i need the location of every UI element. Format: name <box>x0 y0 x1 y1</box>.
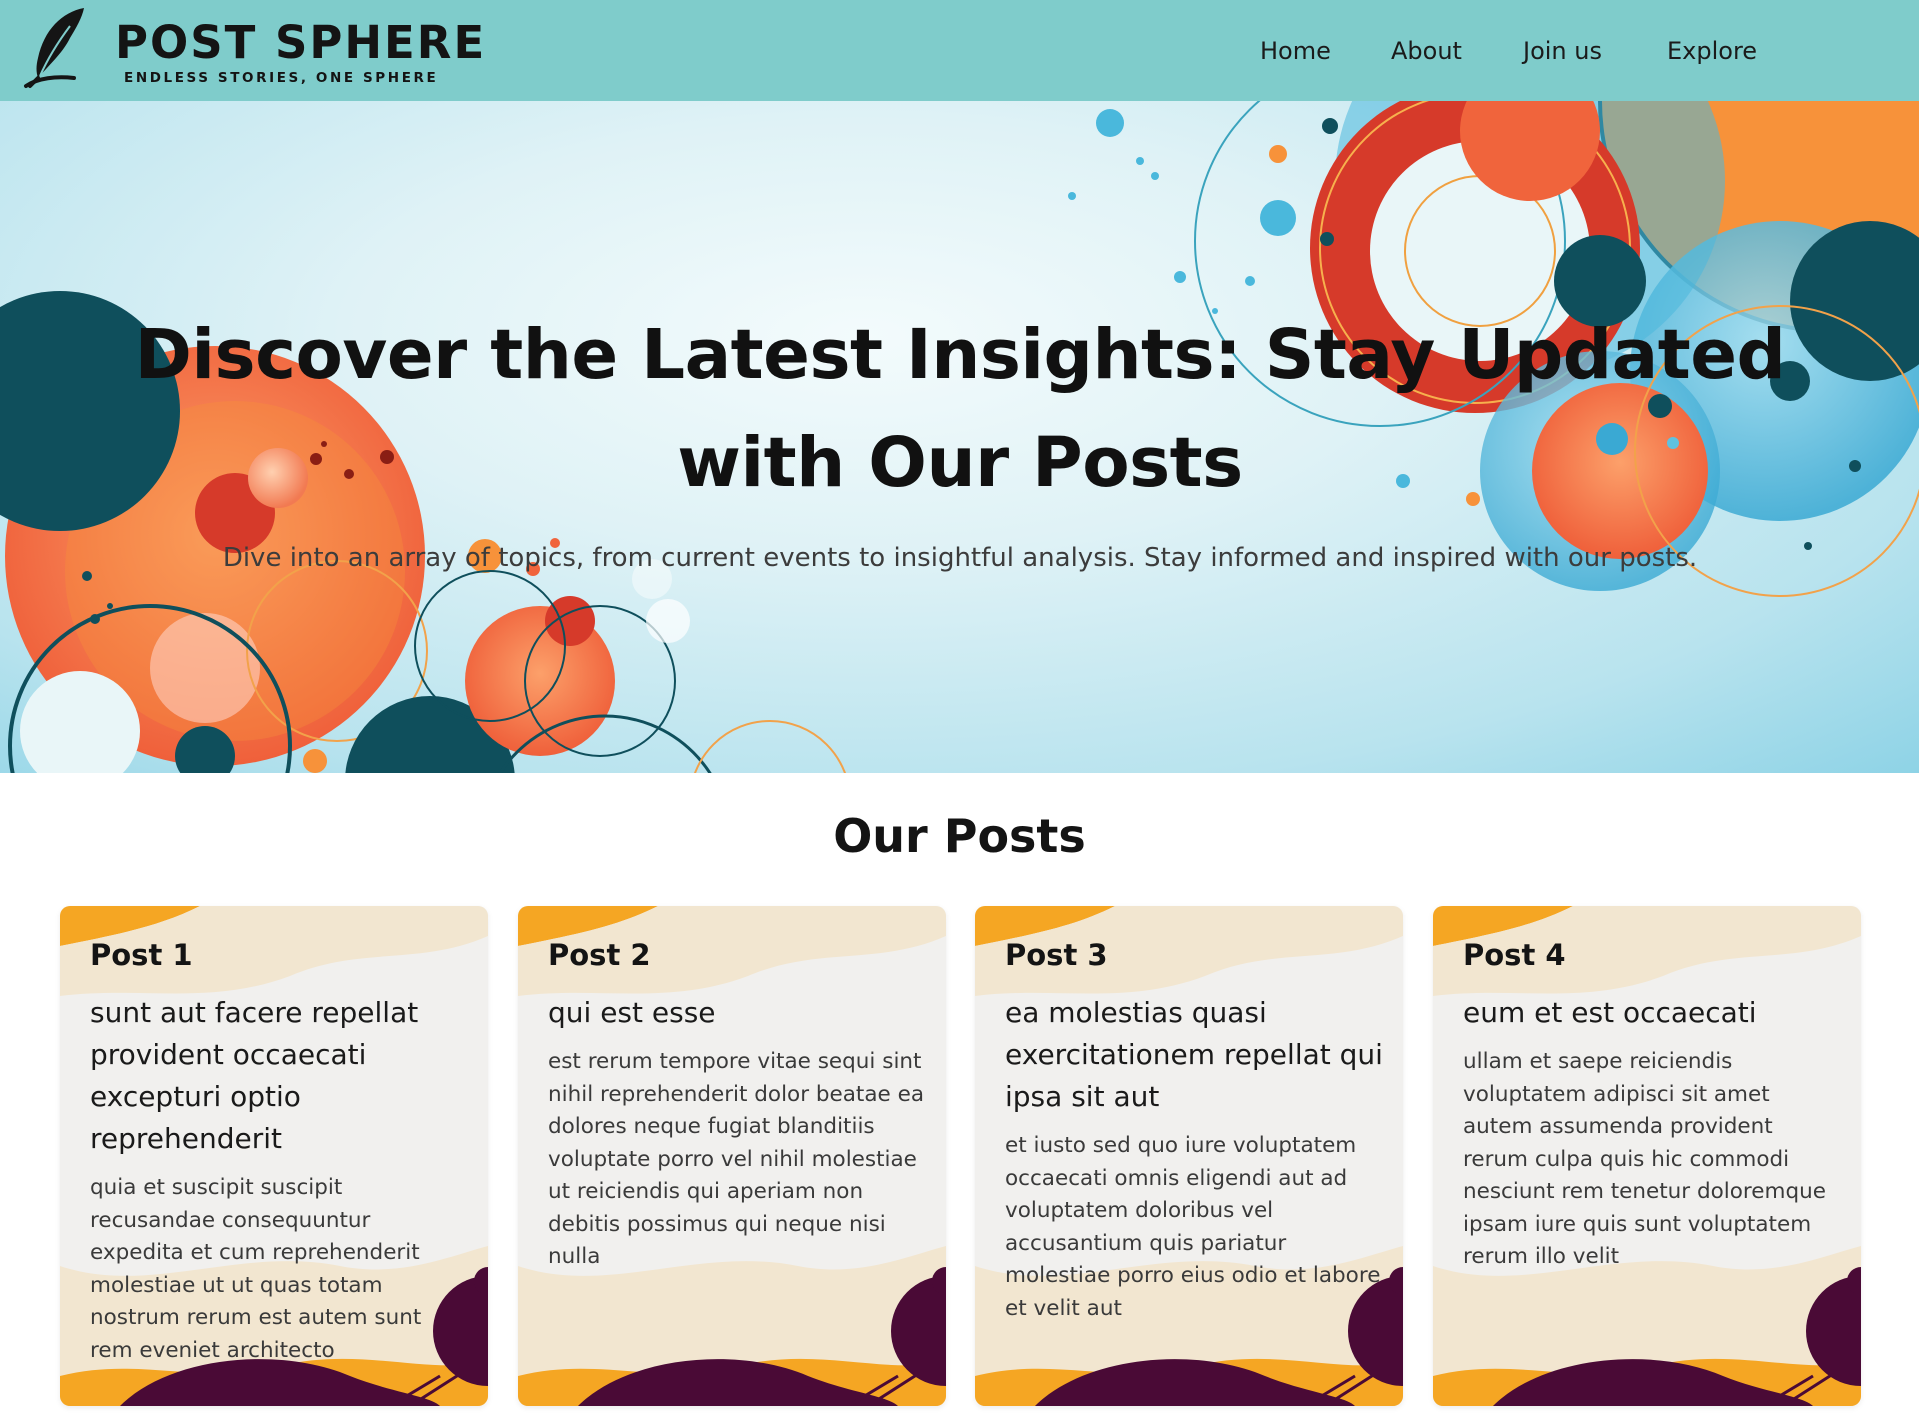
hero-banner: Discover the Latest Insights: Stay Updat… <box>0 101 1919 773</box>
post-card[interactable]: Post 1 sunt aut facere repellat providen… <box>60 906 488 1406</box>
card-body: et iusto sed quo iure voluptatem occaeca… <box>1005 1133 1381 1321</box>
site-header: POST SPHERE ENDLESS STORIES, ONE SPHERE … <box>0 0 1919 101</box>
card-label: Post 4 <box>1463 938 1566 972</box>
card-content: Post 2 qui est esse est rerum tempore vi… <box>548 936 928 1274</box>
post-card[interactable]: Post 4 eum et est occaecati ullam et sae… <box>1433 906 1861 1406</box>
nav-link-explore[interactable]: Explore <box>1667 36 1757 66</box>
nav-link-about[interactable]: About <box>1391 36 1462 66</box>
card-label: Post 3 <box>1005 938 1108 972</box>
post-card[interactable]: Post 3 ea molestias quasi exercitationem… <box>975 906 1403 1406</box>
nav-link-join-us[interactable]: Join us <box>1523 36 1602 66</box>
card-label: Post 1 <box>90 938 193 972</box>
card-body: ullam et saepe reiciendis voluptatem adi… <box>1463 1049 1826 1269</box>
card-title[interactable]: eum et est occaecati <box>1463 992 1843 1034</box>
hero-title: Discover the Latest Insights: Stay Updat… <box>134 315 1786 503</box>
posts-section-heading: Our Posts <box>833 809 1086 863</box>
nav-link-home[interactable]: Home <box>1260 36 1331 66</box>
card-content: Post 4 eum et est occaecati ullam et sae… <box>1463 936 1843 1274</box>
card-label: Post 2 <box>548 938 651 972</box>
card-title[interactable]: sunt aut facere repellat provident occae… <box>90 992 470 1160</box>
post-card[interactable]: Post 2 qui est esse est rerum tempore vi… <box>518 906 946 1406</box>
card-content: Post 3 ea molestias quasi exercitationem… <box>1005 936 1385 1325</box>
card-title[interactable]: ea molestias quasi exercitationem repell… <box>1005 992 1385 1118</box>
card-body: quia et suscipit suscipit recusandae con… <box>90 1175 422 1363</box>
card-title[interactable]: qui est esse <box>548 992 928 1034</box>
card-body: est rerum tempore vitae sequi sint nihil… <box>548 1049 924 1269</box>
main-nav: Home About Join us Explore <box>0 0 1919 101</box>
hero-subtitle: Dive into an array of topics, from curre… <box>222 543 1698 573</box>
card-content: Post 1 sunt aut facere repellat providen… <box>90 936 470 1367</box>
